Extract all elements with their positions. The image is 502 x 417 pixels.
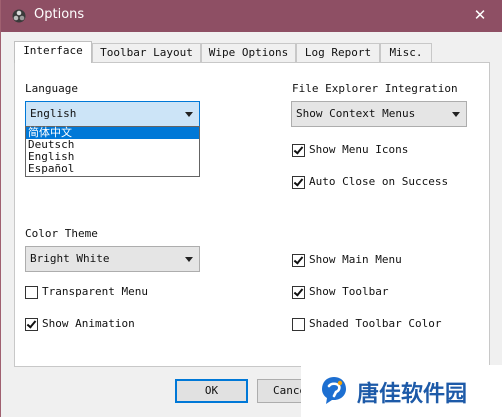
chevron-down-icon bbox=[185, 257, 193, 262]
show-animation-label: Show Animation bbox=[42, 317, 135, 330]
show-toolbar-checkbox[interactable]: Show Toolbar bbox=[292, 285, 392, 300]
title-bar[interactable]: Options ✕ bbox=[1, 0, 502, 32]
show-menu-icons-label: Show Menu Icons bbox=[309, 143, 409, 156]
watermark-text: 唐佳软件园 bbox=[357, 382, 468, 407]
checkbox-unchecked-icon bbox=[25, 286, 38, 299]
checkbox-checked-icon bbox=[292, 286, 305, 299]
close-button[interactable]: ✕ bbox=[457, 0, 502, 32]
tab-interface[interactable]: Interface bbox=[14, 41, 92, 63]
show-main-menu-checkbox[interactable]: Show Main Menu bbox=[292, 253, 402, 268]
explorer-integration-value: Show Context Menus bbox=[296, 107, 416, 120]
language-option-spanish[interactable]: Español bbox=[26, 163, 199, 175]
shaded-toolbar-color-checkbox[interactable]: Shaded Toolbar Color bbox=[292, 317, 441, 332]
language-select[interactable]: English bbox=[25, 101, 200, 127]
tab-toolbar-layout[interactable]: Toolbar Layout bbox=[92, 43, 201, 62]
show-menu-icons-checkbox[interactable]: Show Menu Icons bbox=[292, 143, 412, 158]
watermark-logo-icon bbox=[322, 377, 346, 404]
auto-close-label: Auto Close on Success bbox=[309, 175, 449, 188]
explorer-integration-label: File Explorer Integration bbox=[292, 82, 458, 95]
show-animation-checkbox[interactable]: Show Animation bbox=[25, 317, 135, 332]
tab-misc[interactable]: Misc. bbox=[380, 43, 432, 62]
close-icon: ✕ bbox=[473, 6, 487, 24]
color-theme-value: Bright White bbox=[30, 252, 110, 265]
tab-wipe-options[interactable]: Wipe Options bbox=[201, 43, 296, 62]
app-icon bbox=[12, 9, 26, 23]
language-select-value: English bbox=[30, 107, 77, 120]
checkbox-checked-icon bbox=[292, 176, 305, 189]
language-dropdown-list: 简体中文 Deutsch English Español bbox=[25, 126, 200, 177]
checkbox-checked-icon bbox=[292, 254, 305, 267]
watermark: 唐佳软件园 bbox=[301, 365, 502, 417]
tab-log-report[interactable]: Log Report bbox=[296, 43, 380, 62]
language-label: Language bbox=[25, 82, 78, 95]
color-theme-select[interactable]: Bright White bbox=[25, 246, 200, 272]
show-toolbar-label: Show Toolbar bbox=[309, 285, 389, 298]
transparent-menu-checkbox[interactable]: Transparent Menu bbox=[25, 285, 148, 300]
checkbox-unchecked-icon bbox=[292, 318, 305, 331]
window-title: Options bbox=[34, 7, 85, 22]
show-main-menu-label: Show Main Menu bbox=[309, 253, 402, 266]
transparent-menu-label: Transparent Menu bbox=[42, 285, 148, 298]
checkbox-checked-icon bbox=[25, 318, 38, 331]
checkbox-checked-icon bbox=[292, 144, 305, 157]
explorer-integration-select[interactable]: Show Context Menus bbox=[291, 101, 467, 127]
shaded-toolbar-color-label: Shaded Toolbar Color bbox=[309, 317, 442, 330]
color-theme-label: Color Theme bbox=[25, 227, 98, 240]
options-window: Options ✕ Interface Toolbar Layout Wipe … bbox=[0, 0, 502, 417]
chevron-down-icon bbox=[452, 112, 460, 117]
chevron-down-icon bbox=[185, 112, 193, 117]
ok-button[interactable]: OK bbox=[175, 379, 248, 403]
auto-close-checkbox[interactable]: Auto Close on Success bbox=[292, 175, 448, 190]
